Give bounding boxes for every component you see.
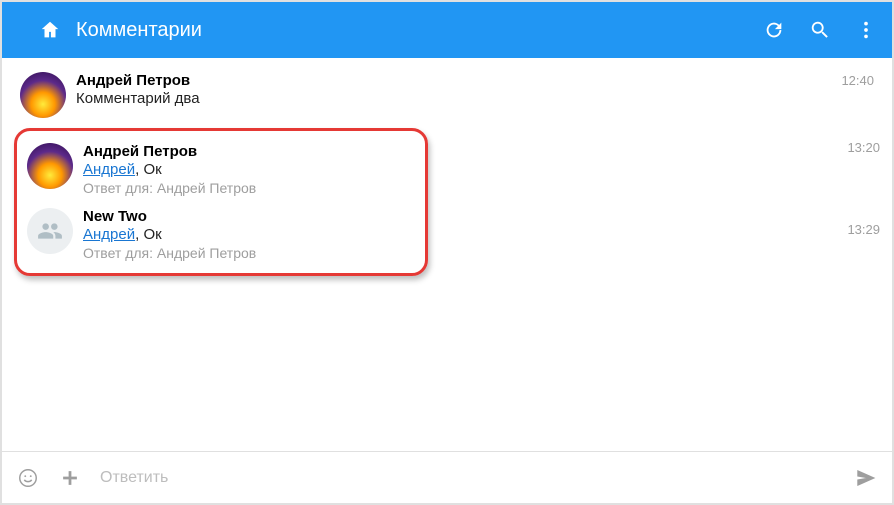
attach-icon[interactable]: [58, 466, 82, 490]
reply-to-label: Ответ для: Андрей Петров: [83, 180, 415, 196]
emoji-icon[interactable]: [16, 466, 40, 490]
mention-link[interactable]: Андрей: [83, 161, 135, 178]
more-icon[interactable]: [854, 18, 878, 42]
comment-author: New Two: [83, 208, 147, 225]
comment-text-after: , Ок: [135, 161, 162, 178]
refresh-icon[interactable]: [762, 18, 786, 42]
comment-text: Андрей, Ок: [83, 161, 415, 178]
comment-author: Андрей Петров: [83, 143, 197, 160]
comment-author: Андрей Петров: [76, 72, 190, 89]
comments-list: Андрей Петров 12:40 Комментарий два Андр…: [2, 58, 892, 451]
search-icon[interactable]: [808, 18, 832, 42]
reply-item[interactable]: Андрей Петров Андрей, Ок Ответ для: Андр…: [23, 137, 419, 202]
comment-text: Комментарий два: [76, 90, 874, 107]
comment-time: 12:40: [831, 73, 874, 88]
comment-body: Андрей Петров Андрей, Ок Ответ для: Андр…: [83, 143, 415, 196]
comment-time: 13:20: [847, 140, 880, 155]
comment-text: Андрей, Ок: [83, 226, 415, 243]
comment-body: New Two Андрей, Ок Ответ для: Андрей Пет…: [83, 208, 415, 261]
home-icon[interactable]: [38, 18, 62, 42]
reply-footer: [2, 451, 892, 503]
comment-time: 13:29: [847, 222, 880, 237]
avatar[interactable]: [27, 208, 73, 254]
send-icon[interactable]: [854, 466, 878, 490]
comment-body: Андрей Петров 12:40 Комментарий два: [76, 72, 874, 118]
app-header: Комментарии: [2, 2, 892, 58]
avatar[interactable]: [27, 143, 73, 189]
replies-highlight-box: Андрей Петров Андрей, Ок Ответ для: Андр…: [14, 128, 428, 276]
comment-item[interactable]: Андрей Петров 12:40 Комментарий два: [14, 66, 880, 124]
avatar[interactable]: [20, 72, 66, 118]
reply-item[interactable]: New Two Андрей, Ок Ответ для: Андрей Пет…: [23, 202, 419, 267]
app-frame: Комментарии Андрей Петров 12:40 Коммента…: [0, 0, 894, 505]
replies-container: Андрей Петров Андрей, Ок Ответ для: Андр…: [14, 128, 880, 276]
page-title: Комментарии: [76, 19, 740, 42]
mention-link[interactable]: Андрей: [83, 226, 135, 243]
reply-input[interactable]: [100, 469, 854, 487]
comment-text-after: , Ок: [135, 226, 162, 243]
reply-to-label: Ответ для: Андрей Петров: [83, 245, 415, 261]
